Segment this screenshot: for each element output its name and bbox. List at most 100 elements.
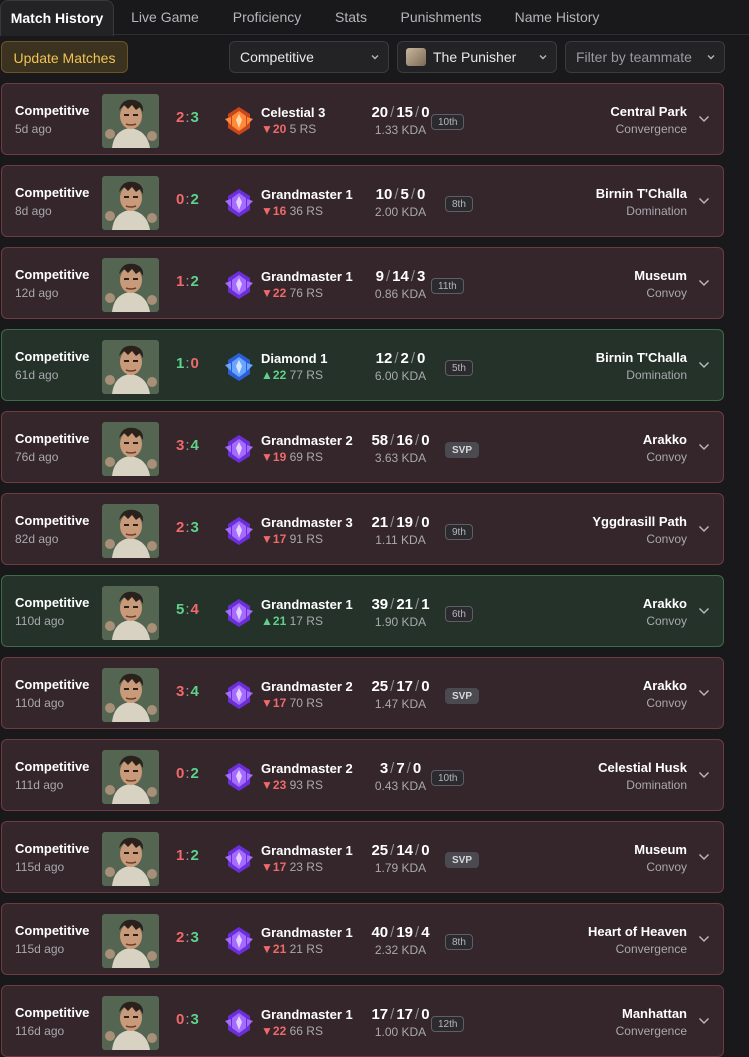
chevron-down-icon[interactable] [698,361,710,369]
hero-portrait [102,340,159,394]
rank-delta-value: 17 [272,860,287,874]
hero-portrait [102,750,159,804]
match-row[interactable]: Competitive 115d ago 1:2 Grandmaster 1 ▼17 2… [1,821,724,893]
grandmaster-rank-icon [223,433,255,465]
map-type: Convoy [646,450,687,464]
chevron-down-icon[interactable] [698,197,710,205]
hero-portrait [102,176,159,230]
map-type: Convergence [615,122,687,136]
kills: 25 [371,678,389,695]
match-row[interactable]: Competitive 82d ago 2:3 Grandmaster 3 ▼17 91… [1,493,724,565]
grandmaster-rank-icon [223,597,255,629]
map-name: Birnin T'Challa [595,186,687,201]
match-mode: Competitive [15,349,90,364]
chevron-down-icon[interactable] [698,525,710,533]
score-enemy: 4 [190,683,199,700]
match-mode: Competitive [15,185,90,200]
update-matches-button[interactable]: Update Matches [1,41,128,73]
match-row[interactable]: Competitive 111d ago 0:2 Grandmaster 2 ▼23 9… [1,739,724,811]
deaths: 5 [400,186,409,203]
deaths: 15 [396,104,414,121]
placement-badge: 10th [431,770,465,786]
arrow-down-icon: ▼ [261,1024,273,1038]
mode-select[interactable]: Competitive [229,41,389,73]
rank-score: 93 RS [289,778,323,792]
map-name: Arakko [642,678,687,693]
hero-select[interactable]: The Punisher [397,41,557,73]
arrow-down-icon: ▼ [261,532,273,546]
hero-portrait [102,586,159,640]
rank-name: Grandmaster 1 [261,597,353,612]
match-score: 0:3 [176,1011,199,1028]
grandmaster-rank-icon [223,187,255,219]
chevron-down-icon[interactable] [698,279,710,287]
match-row[interactable]: Competitive 110d ago 5:4 Grandmaster 1 ▲21 1… [1,575,724,647]
match-row[interactable]: Competitive 61d ago 1:0 Diamond 1 ▲22 77 RS 1… [1,329,724,401]
match-score: 2:3 [176,519,199,536]
rank-delta: ▼22 [261,286,286,300]
chevron-down-icon[interactable] [698,935,710,943]
rank-score: 66 RS [289,1024,323,1038]
deaths: 2 [400,350,409,367]
tab-stats[interactable]: Stats [322,0,380,34]
rank-name: Celestial 3 [261,105,326,120]
kda-separator: / [406,760,411,777]
match-row[interactable]: Competitive 12d ago 1:2 Grandmaster 1 ▼22 76… [1,247,724,319]
match-row[interactable]: Competitive 8d ago 0:2 Grandmaster 1 ▼16 36 … [1,165,724,237]
placement-badge: 8th [445,934,473,950]
match-row[interactable]: Competitive 115d ago 2:3 Grandmaster 1 ▼21 2… [1,903,724,975]
chevron-down-icon[interactable] [698,853,710,861]
arrow-up-icon: ▲ [261,614,273,628]
chevron-down-icon[interactable] [698,771,710,779]
match-row[interactable]: Competitive 116d ago 0:3 Grandmaster 1 ▼22 6… [1,985,724,1057]
placement-badge: 6th [445,606,473,622]
deaths: 19 [396,514,414,531]
rank-score: 70 RS [289,696,323,710]
rank-delta: ▼17 [261,532,286,546]
tab-live-game[interactable]: Live Game [118,0,212,34]
deaths: 19 [396,924,414,941]
match-mode: Competitive [15,1005,90,1020]
tab-proficiency[interactable]: Proficiency [218,0,316,34]
kills: 39 [371,596,389,613]
match-row[interactable]: Competitive 110d ago 3:4 Grandmaster 2 ▼17 7… [1,657,724,729]
chevron-down-icon[interactable] [698,443,710,451]
chevron-down-icon[interactable] [698,607,710,615]
assists: 1 [421,596,430,613]
tab-name-history[interactable]: Name History [502,0,612,34]
kda-ratio: 1.79 KDA [374,861,427,875]
match-row[interactable]: Competitive 5d ago 2:3 Celestial 3 ▼20 5 RS 2… [1,83,724,155]
rank-change: ▼19 69 RS [261,450,323,464]
map-name: Yggdrasill Path [592,514,687,529]
tab-match-history[interactable]: Match History [0,0,114,36]
match-score: 0:2 [176,765,199,782]
teammate-filter[interactable]: Filter by teammate [565,41,725,73]
map-name: Museum [634,842,687,857]
rank-delta: ▼21 [261,942,286,956]
rank-score: 17 RS [289,614,323,628]
chevron-down-icon [707,55,715,60]
chevron-down-icon[interactable] [698,689,710,697]
tab-punishments[interactable]: Punishments [386,0,496,34]
kda-line: 25/17/0 [358,678,443,695]
map-type: Convoy [646,860,687,874]
map-name: Celestial Husk [598,760,687,775]
rank-score: 36 RS [289,204,323,218]
score-enemy: 3 [190,929,199,946]
placement-badge: 9th [445,524,473,540]
grandmaster-rank-icon [223,761,255,793]
score-enemy: 2 [190,273,199,290]
rank-change: ▼16 36 RS [261,204,323,218]
chevron-down-icon[interactable] [698,1017,710,1025]
rank-change: ▼22 66 RS [261,1024,323,1038]
chevron-down-icon[interactable] [698,115,710,123]
kills: 9 [375,268,384,285]
grandmaster-rank-icon [223,1007,255,1039]
rank-change: ▲22 77 RS [261,368,323,382]
map-type: Convoy [646,286,687,300]
rank-delta-value: 21 [272,614,287,628]
placement-badge: 8th [445,196,473,212]
match-row[interactable]: Competitive 76d ago 3:4 Grandmaster 2 ▼19 69… [1,411,724,483]
rank-score: 77 RS [289,368,323,382]
score-enemy: 3 [190,1011,199,1028]
